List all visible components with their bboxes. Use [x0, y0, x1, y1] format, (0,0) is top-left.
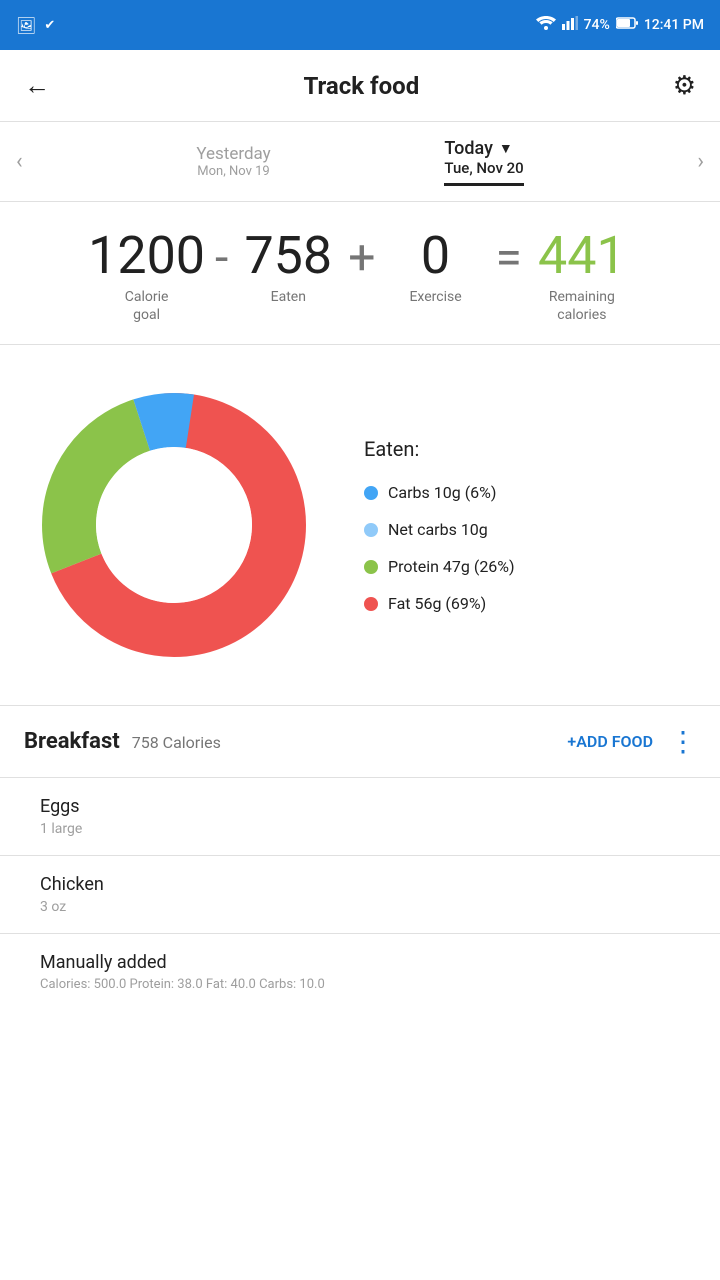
protein-label: Protein 47g (26%)	[388, 557, 515, 576]
food-item-chicken[interactable]: Chicken 3 oz	[0, 856, 720, 934]
yesterday-date-label: Mon, Nov 19	[196, 164, 270, 179]
calorie-exercise: 0 Exercise	[386, 230, 486, 306]
signal-icon	[562, 16, 578, 34]
food-item-eggs[interactable]: Eggs 1 large	[0, 778, 720, 856]
calorie-eaten-label: Eaten	[271, 288, 306, 306]
today-label: Today	[444, 138, 493, 159]
carbs-dot	[364, 486, 378, 500]
back-button[interactable]: ←	[24, 70, 50, 101]
breakfast-header-left: Breakfast 758 Calories	[24, 729, 221, 754]
wifi-icon	[536, 16, 556, 34]
net-carbs-dot	[364, 523, 378, 537]
chart-section: Eaten: Carbs 10g (6%) Net carbs 10g Prot…	[0, 345, 720, 706]
minus-operator: -	[205, 234, 238, 282]
status-bar: 🖼 ✔ 74% 12:41 PM	[0, 0, 720, 50]
fat-dot	[364, 597, 378, 611]
status-bar-right: 74% 12:41 PM	[536, 16, 704, 34]
today-date-label: Tue, Nov 20	[444, 159, 523, 177]
food-detail: 3 oz	[40, 899, 680, 915]
legend-net-carbs: Net carbs 10g	[364, 520, 515, 539]
calorie-goal-label: Caloriegoal	[125, 288, 169, 324]
carbs-label: Carbs 10g (6%)	[388, 483, 496, 502]
more-options-button[interactable]: ⋮	[669, 725, 696, 758]
plus-operator: +	[338, 234, 385, 282]
breakfast-title: Breakfast	[24, 729, 120, 754]
add-food-button[interactable]: +ADD FOOD	[567, 732, 653, 751]
calorie-remaining-label: Remainingcalories	[549, 288, 615, 324]
yesterday-date[interactable]: Yesterday Mon, Nov 19	[196, 144, 270, 179]
date-nav: ‹ Yesterday Mon, Nov 19 Today ▼ Tue, Nov…	[0, 122, 720, 202]
protein-dot	[364, 560, 378, 574]
next-day-button[interactable]: ›	[697, 149, 704, 174]
food-name: Manually added	[40, 952, 680, 973]
page-title: Track food	[303, 72, 419, 100]
yesterday-label: Yesterday	[196, 144, 270, 164]
battery-percent: 74%	[584, 17, 610, 33]
food-detail: 1 large	[40, 821, 680, 837]
net-carbs-label: Net carbs 10g	[388, 520, 488, 539]
app-bar: ← Track food ⚙	[0, 50, 720, 122]
food-name: Eggs	[40, 796, 680, 817]
calorie-remaining-number: 441	[538, 230, 626, 282]
food-name: Chicken	[40, 874, 680, 895]
legend-protein: Protein 47g (26%)	[364, 557, 515, 576]
breakfast-calories: 758 Calories	[132, 733, 221, 752]
legend-fat: Fat 56g (69%)	[364, 594, 515, 613]
calorie-eaten: 758 Eaten	[238, 230, 338, 306]
battery-icon	[616, 17, 638, 33]
status-bar-left: 🖼 ✔	[16, 16, 55, 35]
calorie-summary: 1200 Caloriegoal - 758 Eaten + 0 Exercis…	[0, 202, 720, 345]
prev-day-button[interactable]: ‹	[16, 149, 23, 174]
calorie-eaten-number: 758	[244, 230, 332, 282]
check-icon: ✔	[44, 18, 55, 33]
breakfast-section-header: Breakfast 758 Calories +ADD FOOD ⋮	[0, 706, 720, 778]
photo-icon: 🖼	[16, 16, 36, 35]
dropdown-icon: ▼	[499, 140, 513, 157]
breakfast-header-right: +ADD FOOD ⋮	[567, 725, 696, 758]
equals-operator: =	[486, 234, 532, 282]
today-date[interactable]: Today ▼ Tue, Nov 20	[444, 138, 523, 186]
chart-legend: Eaten: Carbs 10g (6%) Net carbs 10g Prot…	[364, 437, 515, 613]
settings-button[interactable]: ⚙	[673, 71, 696, 101]
time: 12:41 PM	[644, 17, 704, 33]
legend-carbs: Carbs 10g (6%)	[364, 483, 515, 502]
calorie-remaining: 441 Remainingcalories	[532, 230, 632, 324]
calorie-exercise-number: 0	[421, 230, 450, 282]
calorie-goal: 1200 Caloriegoal	[88, 230, 205, 324]
food-detail: Calories: 500.0 Protein: 38.0 Fat: 40.0 …	[40, 977, 680, 992]
calorie-exercise-label: Exercise	[409, 288, 461, 306]
legend-title: Eaten:	[364, 437, 515, 461]
food-item-manually-added[interactable]: Manually added Calories: 500.0 Protein: …	[0, 934, 720, 1010]
donut-chart	[24, 375, 324, 675]
fat-label: Fat 56g (69%)	[388, 594, 486, 613]
calorie-goal-number: 1200	[88, 230, 205, 282]
